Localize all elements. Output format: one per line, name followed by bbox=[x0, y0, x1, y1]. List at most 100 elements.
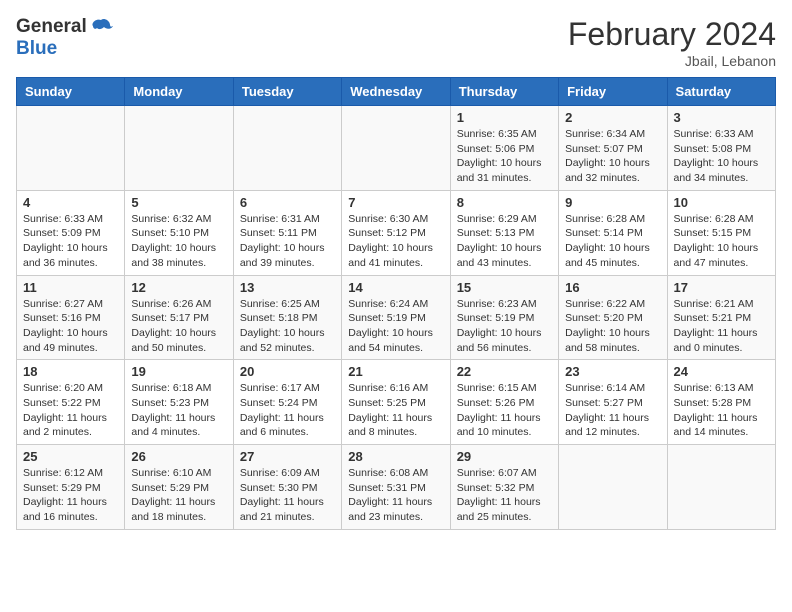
weekday-header-sunday: Sunday bbox=[17, 78, 125, 106]
calendar-cell: 26 Sunrise: 6:10 AM Sunset: 5:29 PM Dayli… bbox=[125, 445, 233, 530]
calendar-table: SundayMondayTuesdayWednesdayThursdayFrid… bbox=[16, 77, 776, 530]
day-number: 11 bbox=[23, 280, 118, 295]
location-subtitle: Jbail, Lebanon bbox=[568, 53, 776, 69]
calendar-cell bbox=[667, 445, 775, 530]
day-info: Sunrise: 6:16 AM Sunset: 5:25 PM Dayligh… bbox=[348, 381, 443, 440]
day-info: Sunrise: 6:27 AM Sunset: 5:16 PM Dayligh… bbox=[23, 297, 118, 356]
day-info: Sunrise: 6:28 AM Sunset: 5:14 PM Dayligh… bbox=[565, 212, 660, 271]
calendar-cell: 6 Sunrise: 6:31 AM Sunset: 5:11 PM Daylig… bbox=[233, 190, 341, 275]
day-info: Sunrise: 6:32 AM Sunset: 5:10 PM Dayligh… bbox=[131, 212, 226, 271]
day-number: 14 bbox=[348, 280, 443, 295]
month-year-title: February 2024 bbox=[568, 16, 776, 53]
calendar-cell: 27 Sunrise: 6:09 AM Sunset: 5:30 PM Dayli… bbox=[233, 445, 341, 530]
day-info: Sunrise: 6:34 AM Sunset: 5:07 PM Dayligh… bbox=[565, 127, 660, 186]
calendar-cell: 8 Sunrise: 6:29 AM Sunset: 5:13 PM Daylig… bbox=[450, 190, 558, 275]
weekday-header-friday: Friday bbox=[559, 78, 667, 106]
day-number: 8 bbox=[457, 195, 552, 210]
day-info: Sunrise: 6:18 AM Sunset: 5:23 PM Dayligh… bbox=[131, 381, 226, 440]
day-info: Sunrise: 6:25 AM Sunset: 5:18 PM Dayligh… bbox=[240, 297, 335, 356]
weekday-header-thursday: Thursday bbox=[450, 78, 558, 106]
logo-bird-icon bbox=[91, 18, 113, 36]
weekday-header-tuesday: Tuesday bbox=[233, 78, 341, 106]
calendar-cell: 13 Sunrise: 6:25 AM Sunset: 5:18 PM Dayli… bbox=[233, 275, 341, 360]
calendar-cell: 22 Sunrise: 6:15 AM Sunset: 5:26 PM Dayli… bbox=[450, 360, 558, 445]
calendar-cell: 19 Sunrise: 6:18 AM Sunset: 5:23 PM Dayli… bbox=[125, 360, 233, 445]
calendar-cell: 21Sunrise: 6:16 AM Sunset: 5:25 PM Dayli… bbox=[342, 360, 450, 445]
calendar-cell: 2Sunrise: 6:34 AM Sunset: 5:07 PM Daylig… bbox=[559, 106, 667, 191]
day-number: 13 bbox=[240, 280, 335, 295]
day-info: Sunrise: 6:30 AM Sunset: 5:12 PM Dayligh… bbox=[348, 212, 443, 271]
calendar-cell: 14Sunrise: 6:24 AM Sunset: 5:19 PM Dayli… bbox=[342, 275, 450, 360]
logo-general-text: General bbox=[16, 16, 87, 38]
calendar-cell: 20Sunrise: 6:17 AM Sunset: 5:24 PM Dayli… bbox=[233, 360, 341, 445]
day-number: 22 bbox=[457, 364, 552, 379]
day-info: Sunrise: 6:10 AM Sunset: 5:29 PM Dayligh… bbox=[131, 466, 226, 525]
calendar-cell: 16 Sunrise: 6:22 AM Sunset: 5:20 PM Dayli… bbox=[559, 275, 667, 360]
calendar-cell: 23 Sunrise: 6:14 AM Sunset: 5:27 PM Dayli… bbox=[559, 360, 667, 445]
day-info: Sunrise: 6:15 AM Sunset: 5:26 PM Dayligh… bbox=[457, 381, 552, 440]
day-number: 4 bbox=[23, 195, 118, 210]
calendar-cell: 28 Sunrise: 6:08 AM Sunset: 5:31 PM Dayli… bbox=[342, 445, 450, 530]
day-number: 6 bbox=[240, 195, 335, 210]
day-info: Sunrise: 6:31 AM Sunset: 5:11 PM Dayligh… bbox=[240, 212, 335, 271]
calendar-cell: 4 Sunrise: 6:33 AM Sunset: 5:09 PM Daylig… bbox=[17, 190, 125, 275]
day-number: 17 bbox=[674, 280, 769, 295]
calendar-week-3: 11 Sunrise: 6:27 AM Sunset: 5:16 PM Dayli… bbox=[17, 275, 776, 360]
day-number: 10 bbox=[674, 195, 769, 210]
logo: General Blue bbox=[16, 16, 113, 60]
day-number: 19 bbox=[131, 364, 226, 379]
calendar-week-1: 1Sunrise: 6:35 AM Sunset: 5:06 PM Daylig… bbox=[17, 106, 776, 191]
calendar-cell bbox=[17, 106, 125, 191]
calendar-cell bbox=[559, 445, 667, 530]
calendar-cell: 25 Sunrise: 6:12 AM Sunset: 5:29 PM Dayli… bbox=[17, 445, 125, 530]
day-info: Sunrise: 6:33 AM Sunset: 5:08 PM Dayligh… bbox=[674, 127, 769, 186]
day-info: Sunrise: 6:29 AM Sunset: 5:13 PM Dayligh… bbox=[457, 212, 552, 271]
day-number: 7 bbox=[348, 195, 443, 210]
day-number: 18 bbox=[23, 364, 118, 379]
page-header: General Blue February 2024 Jbail, Lebano… bbox=[16, 16, 776, 69]
weekday-header-monday: Monday bbox=[125, 78, 233, 106]
day-number: 5 bbox=[131, 195, 226, 210]
day-number: 24 bbox=[674, 364, 769, 379]
calendar-cell bbox=[125, 106, 233, 191]
calendar-cell: 10 Sunrise: 6:28 AM Sunset: 5:15 PM Dayli… bbox=[667, 190, 775, 275]
day-info: Sunrise: 6:12 AM Sunset: 5:29 PM Dayligh… bbox=[23, 466, 118, 525]
day-info: Sunrise: 6:21 AM Sunset: 5:21 PM Dayligh… bbox=[674, 297, 769, 356]
logo-blue-text: Blue bbox=[16, 38, 57, 60]
day-number: 23 bbox=[565, 364, 660, 379]
calendar-cell bbox=[342, 106, 450, 191]
title-section: February 2024 Jbail, Lebanon bbox=[568, 16, 776, 69]
day-number: 9 bbox=[565, 195, 660, 210]
day-number: 27 bbox=[240, 449, 335, 464]
calendar-cell: 5 Sunrise: 6:32 AM Sunset: 5:10 PM Daylig… bbox=[125, 190, 233, 275]
day-info: Sunrise: 6:22 AM Sunset: 5:20 PM Dayligh… bbox=[565, 297, 660, 356]
calendar-cell: 18 Sunrise: 6:20 AM Sunset: 5:22 PM Dayli… bbox=[17, 360, 125, 445]
day-info: Sunrise: 6:20 AM Sunset: 5:22 PM Dayligh… bbox=[23, 381, 118, 440]
calendar-cell: 1Sunrise: 6:35 AM Sunset: 5:06 PM Daylig… bbox=[450, 106, 558, 191]
calendar-cell: 3Sunrise: 6:33 AM Sunset: 5:08 PM Daylig… bbox=[667, 106, 775, 191]
day-number: 28 bbox=[348, 449, 443, 464]
calendar-cell: 9 Sunrise: 6:28 AM Sunset: 5:14 PM Daylig… bbox=[559, 190, 667, 275]
day-info: Sunrise: 6:35 AM Sunset: 5:06 PM Dayligh… bbox=[457, 127, 552, 186]
calendar-cell bbox=[233, 106, 341, 191]
day-number: 26 bbox=[131, 449, 226, 464]
day-info: Sunrise: 6:07 AM Sunset: 5:32 PM Dayligh… bbox=[457, 466, 552, 525]
day-number: 25 bbox=[23, 449, 118, 464]
calendar-cell: 15Sunrise: 6:23 AM Sunset: 5:19 PM Dayli… bbox=[450, 275, 558, 360]
day-info: Sunrise: 6:09 AM Sunset: 5:30 PM Dayligh… bbox=[240, 466, 335, 525]
day-info: Sunrise: 6:13 AM Sunset: 5:28 PM Dayligh… bbox=[674, 381, 769, 440]
day-info: Sunrise: 6:08 AM Sunset: 5:31 PM Dayligh… bbox=[348, 466, 443, 525]
calendar-cell: 7 Sunrise: 6:30 AM Sunset: 5:12 PM Daylig… bbox=[342, 190, 450, 275]
day-info: Sunrise: 6:23 AM Sunset: 5:19 PM Dayligh… bbox=[457, 297, 552, 356]
day-number: 12 bbox=[131, 280, 226, 295]
day-info: Sunrise: 6:14 AM Sunset: 5:27 PM Dayligh… bbox=[565, 381, 660, 440]
calendar-cell: 11 Sunrise: 6:27 AM Sunset: 5:16 PM Dayli… bbox=[17, 275, 125, 360]
weekday-header-saturday: Saturday bbox=[667, 78, 775, 106]
calendar-week-2: 4 Sunrise: 6:33 AM Sunset: 5:09 PM Daylig… bbox=[17, 190, 776, 275]
day-info: Sunrise: 6:28 AM Sunset: 5:15 PM Dayligh… bbox=[674, 212, 769, 271]
calendar-week-5: 25 Sunrise: 6:12 AM Sunset: 5:29 PM Dayli… bbox=[17, 445, 776, 530]
day-info: Sunrise: 6:33 AM Sunset: 5:09 PM Dayligh… bbox=[23, 212, 118, 271]
calendar-cell: 29Sunrise: 6:07 AM Sunset: 5:32 PM Dayli… bbox=[450, 445, 558, 530]
day-number: 16 bbox=[565, 280, 660, 295]
weekday-header-wednesday: Wednesday bbox=[342, 78, 450, 106]
